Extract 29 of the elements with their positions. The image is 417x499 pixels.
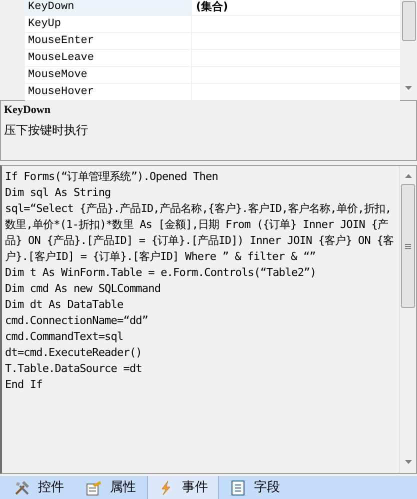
scroll-down-icon[interactable]: [404, 460, 412, 464]
code-line: cmd.ConnectionName=“dd”: [5, 313, 150, 329]
code-line: Dim cmd As new SQLCommand: [5, 281, 162, 297]
properties-icon: [86, 480, 102, 496]
code-line: dt=cmd.ExecuteReader(): [5, 345, 143, 361]
list-icon: [230, 480, 246, 496]
panel-tab[interactable]: 字段: [219, 476, 291, 499]
panel-tab[interactable]: 属性: [75, 476, 147, 499]
code-line: If Forms(“订单管理系统”).Opened Then: [5, 169, 219, 185]
code-line: sql=“Select {产品}.产品ID,产品名称,{客户}.客户ID,客户名称,单价,折扣,数里,单价*(1-折扣)*数里 As [金额],日期 From ({订单} Inner JOIN {产品} ON {产品}.[产品ID] = {订单}.[产品ID]) Inner JOIN {客户} ON {客户}.[客户ID] = {订单}.[客户ID] Where ” & filter & “”: [5, 201, 395, 265]
event-value[interactable]: (集合): [196, 0, 228, 13]
scroll-down-icon[interactable]: [405, 86, 412, 90]
tools-icon: [14, 480, 30, 496]
code-editor[interactable]: [0, 165, 417, 474]
scrollbar[interactable]: [399, 166, 416, 473]
event-name[interactable]: KeyDown: [25, 0, 191, 15]
description-text: 压下按键时执行: [4, 122, 88, 138]
grip-icon: [405, 244, 411, 248]
code-line: Dim t As WinForm.Table = e.Form.Controls(“Table2”): [5, 265, 318, 281]
code-line: End If: [5, 377, 44, 393]
description-title: KeyDown: [4, 103, 52, 117]
scroll-up-icon[interactable]: [404, 174, 412, 178]
code-line: T.Table.DataSource =dt: [5, 361, 143, 377]
code-line: cmd.CommandText=sql: [5, 329, 124, 345]
scrollbar[interactable]: [400, 0, 417, 100]
code-line: Dim sql As String: [5, 185, 112, 201]
panel-tab[interactable]: 控件: [3, 476, 75, 499]
panel-tab[interactable]: 事件: [147, 476, 219, 499]
code-line: Dim dt As DataTable: [5, 297, 124, 313]
